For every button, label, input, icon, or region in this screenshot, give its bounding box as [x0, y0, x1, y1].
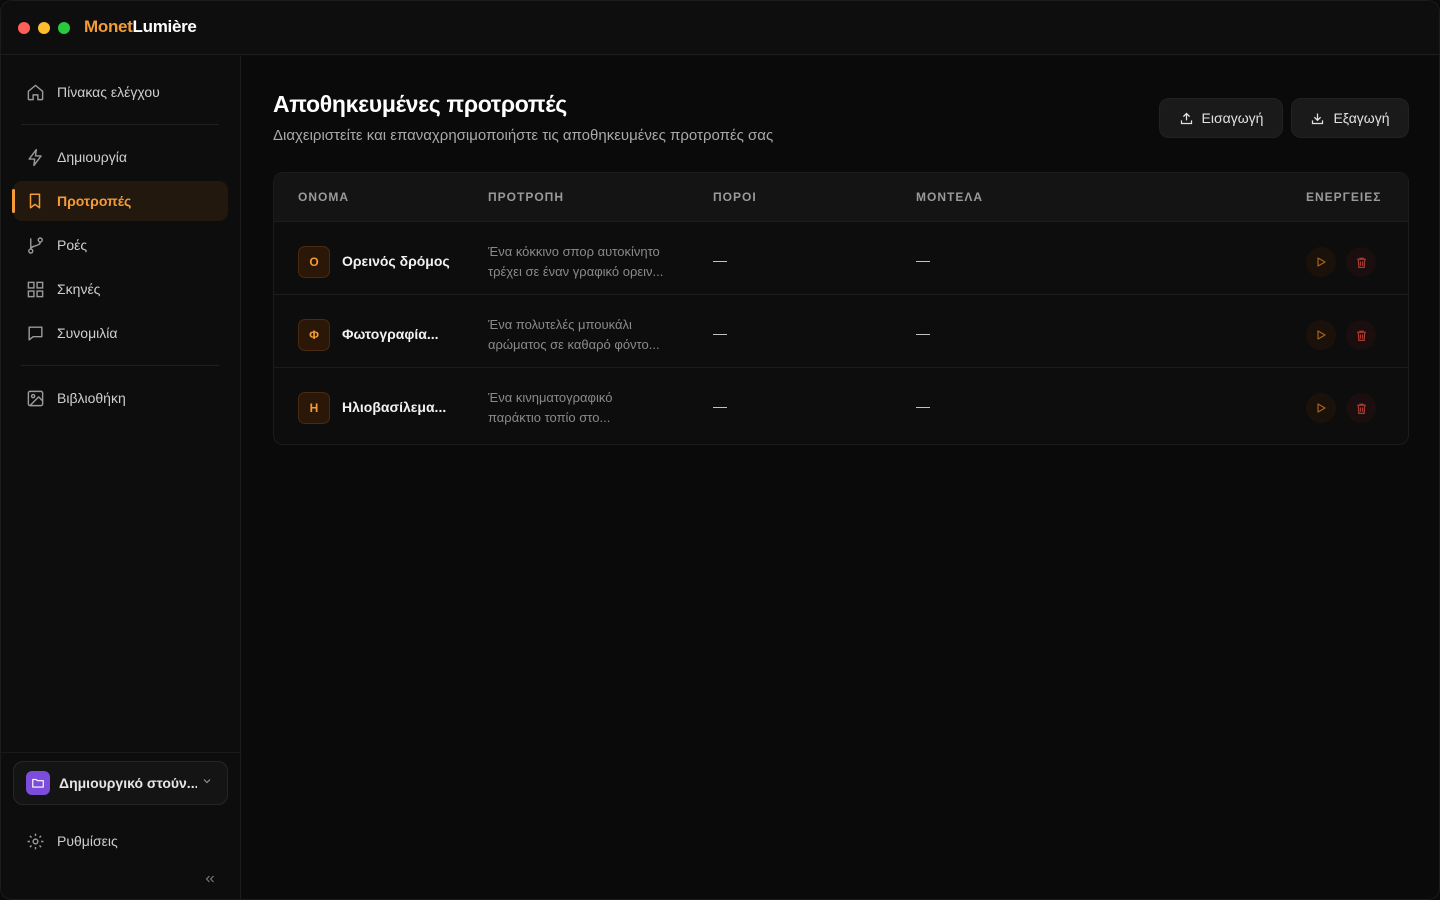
chevrons-left-icon — [203, 872, 217, 886]
title-bar: MonetLumière — [1, 1, 1439, 55]
trash-icon — [1355, 402, 1368, 415]
divider — [21, 124, 219, 125]
avatar: Η — [298, 392, 330, 424]
prompt-text: Ένα κόκκινο σπορ αυτοκίνητο τρέχει σε έν… — [488, 244, 664, 279]
sidebar-item-flows[interactable]: Ροές — [13, 225, 228, 265]
sidebar-item-scenes[interactable]: Σκηνές — [13, 269, 228, 309]
divider — [21, 365, 219, 366]
lightning-icon — [25, 147, 45, 167]
prompts-table: ΟΝΟΜΑ ΠΡΟΤΡΟΠΗ ΠΟΡΟΙ ΜΟΝΤΕΛΑ ΕΝΕΡΓΕΙΕΣ Ο… — [273, 172, 1409, 445]
delete-prompt-button[interactable] — [1346, 247, 1376, 277]
page-subtitle: Διαχειριστείτε και επαναχρησιμοποιήστε τ… — [273, 127, 774, 144]
sidebar-item-label: Ροές — [57, 237, 88, 253]
upload-icon — [1179, 111, 1194, 126]
resources-value: — — [713, 252, 727, 268]
home-icon — [25, 82, 45, 102]
sidebar-item-label: Βιβλιοθήκη — [57, 390, 126, 406]
chevron-down-icon — [201, 774, 213, 792]
sidebar-item-label: Πίνακας ελέγχου — [57, 84, 160, 100]
models-value: — — [916, 325, 930, 341]
run-prompt-button[interactable] — [1306, 320, 1336, 350]
table-row[interactable]: Η Ηλιοβασίλεμα... Ένα κινηματογραφικό πα… — [274, 367, 1408, 440]
divider — [1, 752, 241, 753]
sidebar-item-dashboard[interactable]: Πίνακας ελέγχου — [13, 72, 228, 112]
table-row[interactable]: Φ Φωτογραφία... Ένα πολυτελές μπουκάλι α… — [274, 294, 1408, 367]
sidebar-item-label: Ρυθμίσεις — [57, 833, 118, 849]
sidebar-item-label: Σκηνές — [57, 281, 101, 297]
column-header-resources[interactable]: ΠΟΡΟΙ — [713, 190, 757, 204]
prompt-text: Ένα πολυτελές μπουκάλι αρώματος σε καθαρ… — [488, 317, 660, 352]
import-label: Εισαγωγή — [1201, 110, 1264, 126]
chat-icon — [25, 323, 45, 343]
column-header-name[interactable]: ΟΝΟΜΑ — [298, 190, 349, 204]
folder-icon — [26, 771, 50, 795]
gear-icon — [25, 831, 45, 851]
sidebar-item-prompts[interactable]: Προτροπές — [12, 181, 228, 221]
table-header: ΟΝΟΜΑ ΠΡΟΤΡΟΠΗ ΠΟΡΟΙ ΜΟΝΤΕΛΑ ΕΝΕΡΓΕΙΕΣ — [274, 173, 1408, 221]
app-logo: MonetLumière — [84, 17, 197, 36]
bookmark-icon — [25, 191, 45, 211]
image-icon — [25, 388, 45, 408]
avatar: Φ — [298, 319, 330, 351]
sidebar-item-label: Δημιουργία — [57, 149, 127, 165]
maximize-window-button[interactable] — [58, 22, 70, 34]
column-header-models[interactable]: ΜΟΝΤΕΛΑ — [916, 190, 983, 204]
sidebar-item-label: Συνομιλία — [57, 325, 118, 341]
delete-prompt-button[interactable] — [1346, 320, 1376, 350]
column-header-prompt[interactable]: ΠΡΟΤΡΟΠΗ — [488, 190, 564, 204]
run-prompt-button[interactable] — [1306, 247, 1336, 277]
resources-value: — — [713, 325, 727, 341]
minimize-window-button[interactable] — [38, 22, 50, 34]
play-icon — [1315, 402, 1327, 414]
git-branch-icon — [25, 235, 45, 255]
play-icon — [1315, 329, 1327, 341]
export-label: Εξαγωγή — [1333, 110, 1390, 126]
grid-icon — [25, 279, 45, 299]
export-button[interactable]: Εξαγωγή — [1291, 98, 1409, 138]
table-row[interactable]: Ο Ορεινός δρόμος Ένα κόκκινο σπορ αυτοκί… — [274, 221, 1408, 294]
sidebar-item-settings[interactable]: Ρυθμίσεις — [13, 821, 228, 861]
prompt-text: Ένα κινηματογραφικό παράκτιο τοπίο στο..… — [488, 390, 613, 425]
trash-icon — [1355, 256, 1368, 269]
models-value: — — [916, 398, 930, 414]
sidebar-item-label: Προτροπές — [57, 193, 132, 209]
sidebar-item-library[interactable]: Βιβλιοθήκη — [13, 378, 228, 418]
download-icon — [1310, 111, 1325, 126]
resources-value: — — [713, 398, 727, 414]
run-prompt-button[interactable] — [1306, 393, 1336, 423]
trash-icon — [1355, 329, 1368, 342]
sidebar: Πίνακας ελέγχου Δημιουργία Προτροπές Ροέ… — [1, 56, 241, 899]
play-icon — [1315, 256, 1327, 268]
prompt-name: Ηλιοβασίλεμα... — [342, 399, 447, 415]
prompt-name: Φωτογραφία... — [342, 326, 439, 342]
workspace-selector[interactable]: Δημιουργικό στούν... — [13, 761, 228, 805]
delete-prompt-button[interactable] — [1346, 393, 1376, 423]
close-window-button[interactable] — [18, 22, 30, 34]
import-button[interactable]: Εισαγωγή — [1159, 98, 1283, 138]
collapse-sidebar-button[interactable] — [201, 871, 219, 887]
prompt-name: Ορεινός δρόμος — [342, 253, 450, 269]
main-content: Αποθηκευμένες προτροπές Διαχειριστείτε κ… — [242, 56, 1439, 899]
models-value: — — [916, 252, 930, 268]
workspace-name: Δημιουργικό στούν... — [59, 775, 197, 791]
column-header-actions: ΕΝΕΡΓΕΙΕΣ — [1306, 190, 1382, 204]
sidebar-item-create[interactable]: Δημιουργία — [13, 137, 228, 177]
page-title: Αποθηκευμένες προτροπές — [273, 91, 567, 117]
app-window: MonetLumière Πίνακας ελέγχου Δημιουργία … — [0, 0, 1440, 900]
avatar: Ο — [298, 246, 330, 278]
sidebar-item-chat[interactable]: Συνομιλία — [13, 313, 228, 353]
